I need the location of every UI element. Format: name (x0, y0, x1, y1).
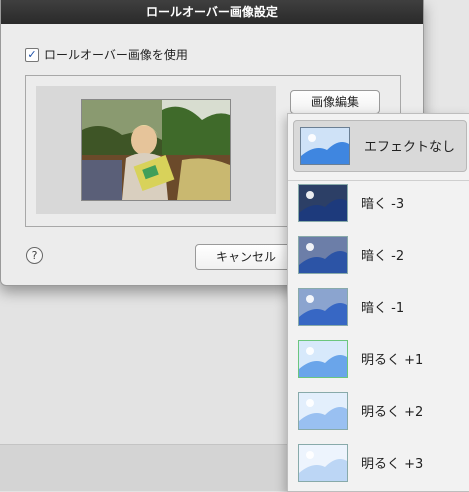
menu-item-label: 暗く -3 (361, 196, 405, 212)
menu-item-bright-3[interactable]: 明るく +3 (288, 439, 469, 485)
effect-thumbnail-icon (298, 236, 348, 274)
use-rollover-checkbox[interactable]: ✓ (25, 47, 39, 62)
use-rollover-row[interactable]: ✓ ロールオーバー画像を使用 (25, 46, 188, 63)
menu-item-no-effect[interactable]: エフェクトなし (288, 120, 469, 172)
effect-thumbnail-icon (300, 127, 350, 165)
menu-item-label: エフェクトなし (364, 139, 456, 155)
menu-item-dark-1[interactable]: 暗く -1 (288, 283, 469, 329)
dialog-title: ロールオーバー画像設定 (1, 0, 423, 24)
preview-photo (81, 99, 231, 201)
use-rollover-label: ロールオーバー画像を使用 (44, 48, 188, 62)
help-icon[interactable]: ? (26, 247, 43, 264)
menu-item-bright-1[interactable]: 明るく +1 (288, 335, 469, 381)
effect-thumbnail-icon (298, 392, 348, 430)
menu-item-label: 暗く -1 (361, 300, 405, 316)
menu-item-bright-2[interactable]: 明るく +2 (288, 387, 469, 433)
effect-thumbnail-icon (298, 288, 348, 326)
preview-area (36, 86, 276, 214)
effect-dropdown-menu: エフェクトなし 暗く -3 暗く -2 暗く -1 明るく +1 明るく +2 … (287, 113, 469, 492)
menu-item-dark-2[interactable]: 暗く -2 (288, 231, 469, 277)
effect-thumbnail-icon (298, 184, 348, 222)
menu-item-label: 明るく +1 (361, 352, 424, 368)
menu-item-dark-3[interactable]: 暗く -3 (288, 179, 469, 225)
effect-thumbnail-icon (298, 340, 348, 378)
edit-image-button[interactable]: 画像編集 (290, 90, 380, 114)
menu-item-label: 暗く -2 (361, 248, 405, 264)
menu-item-label: 明るく +3 (361, 456, 424, 472)
menu-item-label: 明るく +2 (361, 404, 424, 420)
cancel-button[interactable]: キャンセル (195, 244, 297, 270)
effect-thumbnail-icon (298, 444, 348, 482)
